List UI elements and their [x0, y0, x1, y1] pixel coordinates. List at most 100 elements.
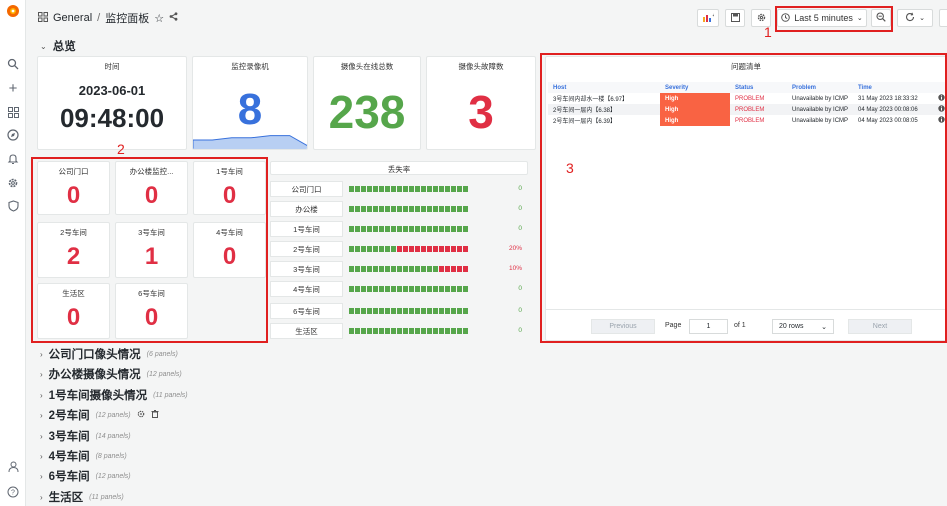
loss-bar-segment [445, 308, 450, 314]
breadcrumb-dashboard-title[interactable]: 监控面板 [105, 10, 149, 26]
help-icon[interactable]: ? [5, 484, 21, 500]
loss-bar-segment [421, 226, 426, 232]
loss-bar-segment [349, 286, 354, 292]
breadcrumb-folder[interactable]: General [53, 12, 92, 24]
save-dashboard-button[interactable] [725, 9, 745, 27]
user-avatar-icon[interactable] [5, 458, 21, 474]
collapsed-row[interactable]: › 公司门口像头情况 (6 panels) [40, 346, 178, 362]
collapsed-row[interactable]: › 3号车间 (14 panels) [40, 428, 131, 444]
loss-bar-segment [355, 266, 360, 272]
loss-bar-segment [457, 266, 462, 272]
loss-bar-segment [409, 226, 414, 232]
annotation-label-2: 2 [117, 141, 125, 157]
share-icon[interactable] [169, 12, 178, 24]
loss-bar-segment [433, 266, 438, 272]
collapsed-row[interactable]: › 办公楼摄像头情况 (12 panels) [40, 366, 182, 382]
collapsed-row-title: 2号车间 [48, 410, 90, 422]
loss-bar-segment [367, 226, 372, 232]
loss-bar-segment [379, 328, 384, 334]
loss-bar-segment [367, 206, 372, 212]
loss-bar-segment [445, 246, 450, 252]
grafana-logo-icon[interactable] [5, 3, 21, 19]
row-settings-icon[interactable] [137, 409, 145, 421]
star-icon[interactable]: ☆ [154, 12, 164, 25]
collapsed-row-title: 3号车间 [48, 431, 90, 443]
loss-bar-segment [409, 186, 414, 192]
loss-bar-segment [439, 328, 444, 334]
view-mode-button[interactable] [939, 9, 947, 27]
panel-title: 监控录像机 [231, 62, 269, 71]
panel-time[interactable]: 时间 2023-06-01 09:48:00 [37, 56, 187, 150]
collapsed-row[interactable]: › 1号车间摄像头情况 (11 panels) [40, 387, 188, 403]
recorders-value: 8 [237, 85, 263, 134]
loss-bar-segment [397, 206, 402, 212]
loss-bar-segment [433, 246, 438, 252]
loss-bar-segment [397, 308, 402, 314]
collapsed-row[interactable]: › 4号车间 (8 panels) [40, 448, 127, 464]
loss-row-percent: 0 [518, 185, 522, 192]
loss-row-label: 2号车间 [270, 241, 343, 257]
loss-bar-segment [385, 308, 390, 314]
loss-bar-segment [361, 186, 366, 192]
loss-bar-segment [379, 206, 384, 212]
loss-bar-segment [463, 266, 468, 272]
loss-bar-segment [355, 286, 360, 292]
row-overview[interactable]: ⌄ 总览 [40, 38, 76, 54]
collapsed-row-title: 办公楼摄像头情况 [48, 369, 141, 381]
loss-bar-segment [409, 206, 414, 212]
loss-bar-segment [427, 328, 432, 334]
loss-bar-segment [439, 226, 444, 232]
loss-row-label: 6号车间 [270, 303, 343, 319]
search-icon[interactable] [5, 56, 21, 72]
loss-bar-segment [349, 226, 354, 232]
gear-icon [757, 13, 766, 24]
loss-bar-segment [403, 266, 408, 272]
collapsed-row[interactable]: › 2号车间 (12 panels) [40, 407, 159, 423]
create-plus-icon[interactable]: + [5, 80, 21, 97]
chevron-right-icon: › [40, 431, 43, 441]
panel-loss-rate[interactable]: 丢失率 [270, 161, 528, 175]
panel-recorders[interactable]: 监控录像机 8 [192, 56, 308, 150]
refresh-icon [905, 12, 915, 24]
loss-bar-segment [457, 186, 462, 192]
loss-bar-segment [421, 308, 426, 314]
loss-bar-segment [409, 328, 414, 334]
refresh-picker[interactable]: ⌄ [897, 9, 933, 27]
loss-bar-segment [397, 266, 402, 272]
row-delete-icon[interactable] [151, 409, 159, 421]
configuration-gear-icon[interactable] [5, 175, 21, 191]
loss-bar-segment [415, 186, 420, 192]
loss-bar-segment [415, 308, 420, 314]
loss-row-label: 办公楼 [270, 201, 343, 217]
loss-row-bar [349, 308, 468, 314]
loss-bar-segment [445, 266, 450, 272]
sparkline-area [193, 135, 307, 149]
loss-bar-segment [349, 186, 354, 192]
panel-cameras-fault[interactable]: 摄像头故障数 3 [426, 56, 536, 150]
loss-bar-segment [427, 286, 432, 292]
loss-bar-segment [451, 186, 456, 192]
collapsed-row[interactable]: › 6号车间 (12 panels) [40, 468, 131, 484]
loss-bar-segment [451, 308, 456, 314]
alerting-bell-icon[interactable] [5, 151, 21, 167]
collapsed-row-count: (12 panels) [95, 472, 131, 480]
panel-cameras-online[interactable]: 摄像头在线总数 238 [313, 56, 421, 150]
loss-bar-segment [457, 286, 462, 292]
add-panel-button[interactable]: + [697, 9, 719, 27]
collapsed-row[interactable]: › 生活区 (11 panels) [40, 489, 124, 505]
loss-bar-segment [445, 328, 450, 334]
row-overview-title: 总览 [52, 41, 76, 53]
panel-title: 摄像头在线总数 [340, 62, 394, 71]
loss-row-label: 3号车间 [270, 261, 343, 277]
chevron-right-icon: › [40, 492, 43, 502]
collapsed-row-count: (6 panels) [146, 350, 178, 358]
loss-bar-segment [385, 206, 390, 212]
dashboards-icon[interactable] [5, 104, 21, 120]
chevron-down-icon: ⌄ [40, 41, 47, 51]
svg-text:?: ? [11, 490, 15, 497]
annotation-box-1 [775, 6, 893, 32]
loss-bar-segment [349, 308, 354, 314]
explore-compass-icon[interactable] [5, 127, 21, 143]
server-admin-shield-icon[interactable] [5, 198, 21, 214]
loss-bar-segment [409, 266, 414, 272]
